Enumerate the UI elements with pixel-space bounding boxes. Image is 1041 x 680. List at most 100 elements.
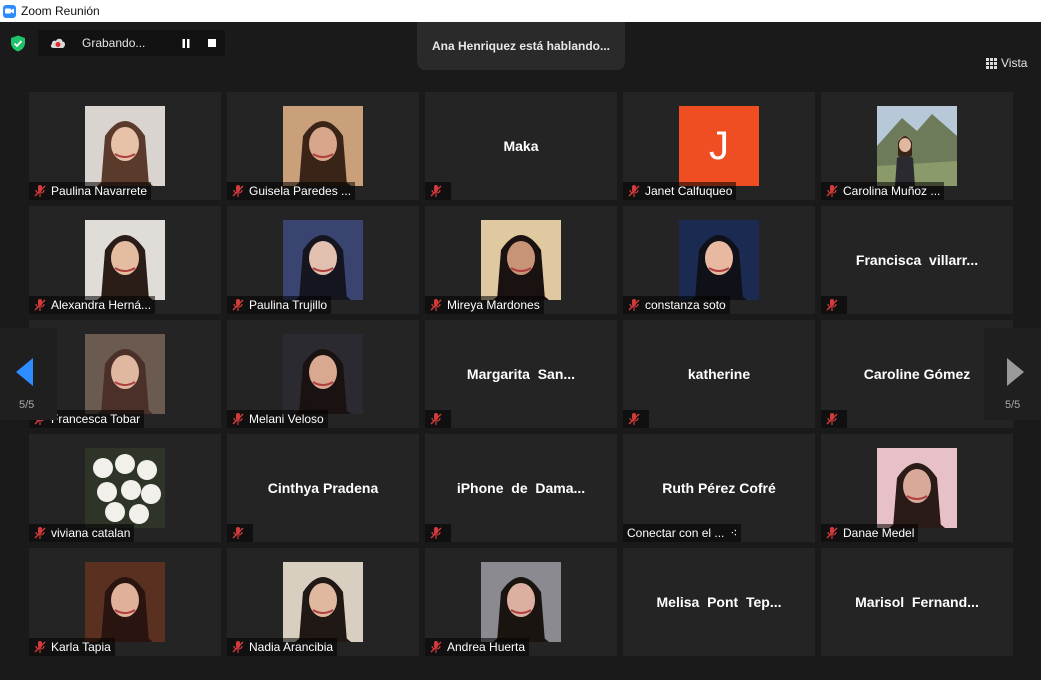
window-titlebar: Zoom Reunión bbox=[0, 0, 1041, 22]
participant-nameplate: viviana catalan bbox=[29, 524, 135, 542]
participant-name: Janet Calfuqueo bbox=[645, 184, 733, 198]
page-indicator-right: 5/5 bbox=[1005, 399, 1021, 411]
muted-mic-icon bbox=[33, 184, 47, 198]
active-speaker-banner: Ana Henriquez está hablando... bbox=[417, 22, 625, 70]
participant-nameplate: Danae Medel bbox=[821, 524, 919, 542]
muted-mic-icon bbox=[429, 640, 443, 654]
muted-mic-icon bbox=[825, 298, 839, 312]
muted-mic-icon bbox=[231, 298, 245, 312]
participant-display-name: Melisa Pont Tep... bbox=[656, 594, 782, 610]
recording-indicator: Grabando... bbox=[38, 30, 225, 56]
participant-video bbox=[481, 220, 561, 300]
participant-tile[interactable]: Margarita San... bbox=[425, 320, 617, 428]
participant-tile[interactable]: J Janet Calfuqueo bbox=[623, 92, 815, 200]
participant-tile[interactable]: Ruth Pérez Cofré Conectar con el ... ⁖ bbox=[623, 434, 815, 542]
view-button[interactable]: Vista bbox=[986, 56, 1027, 70]
participant-video bbox=[283, 220, 363, 300]
participant-nameplate bbox=[821, 296, 847, 314]
participant-nameplate: Paulina Trujillo bbox=[227, 296, 332, 314]
muted-mic-icon bbox=[627, 298, 641, 312]
participant-name: Mireya Mardones bbox=[447, 298, 540, 312]
pause-recording-button[interactable] bbox=[178, 35, 194, 51]
participant-tile[interactable]: Danae Medel bbox=[821, 434, 1013, 542]
muted-mic-icon bbox=[627, 412, 641, 426]
muted-mic-icon bbox=[429, 526, 443, 540]
participant-name: Andrea Huerta bbox=[447, 640, 526, 654]
participant-tile[interactable]: Carolina Muñoz ... bbox=[821, 92, 1013, 200]
participant-video bbox=[877, 106, 957, 186]
participant-name: Paulina Trujillo bbox=[249, 298, 328, 312]
participant-tile[interactable]: Paulina Navarrete bbox=[29, 92, 221, 200]
participant-video bbox=[679, 220, 759, 300]
participant-nameplate: Carolina Muñoz ... bbox=[821, 182, 945, 200]
muted-mic-icon bbox=[825, 526, 839, 540]
participant-nameplate bbox=[425, 524, 451, 542]
zoom-app-icon bbox=[3, 4, 16, 18]
stop-icon bbox=[208, 39, 216, 47]
participant-tile[interactable]: Andrea Huerta bbox=[425, 548, 617, 656]
participant-tile[interactable]: Mireya Mardones bbox=[425, 206, 617, 314]
stop-recording-button[interactable] bbox=[204, 35, 220, 51]
participant-video bbox=[85, 334, 165, 414]
muted-mic-icon bbox=[429, 184, 443, 198]
participant-video bbox=[283, 334, 363, 414]
participant-nameplate bbox=[227, 524, 253, 542]
participant-display-name: katherine bbox=[687, 366, 751, 382]
participant-display-name: Maka bbox=[503, 138, 539, 154]
participant-name: Danae Medel bbox=[843, 526, 915, 540]
participant-name: Conectar con el ... bbox=[627, 526, 725, 540]
participant-nameplate: Karla Tapia bbox=[29, 638, 115, 656]
participant-nameplate bbox=[425, 182, 451, 200]
participant-tile[interactable]: Alexandra Herná... bbox=[29, 206, 221, 314]
participant-nameplate: constanza soto bbox=[623, 296, 730, 314]
participant-video bbox=[85, 448, 165, 528]
participant-tile[interactable]: viviana catalan bbox=[29, 434, 221, 542]
muted-mic-icon bbox=[231, 526, 245, 540]
participant-tile[interactable]: iPhone de Dama... bbox=[425, 434, 617, 542]
participant-nameplate: Andrea Huerta bbox=[425, 638, 530, 656]
recording-label: Grabando... bbox=[82, 36, 146, 50]
participant-name: viviana catalan bbox=[51, 526, 131, 540]
participant-tile[interactable]: Marisol Fernand... bbox=[821, 548, 1013, 656]
participant-tile[interactable]: Cinthya Pradena bbox=[227, 434, 419, 542]
muted-mic-icon bbox=[33, 526, 47, 540]
participant-nameplate: Melani Veloso bbox=[227, 410, 328, 428]
participant-tile[interactable]: Nadia Arancibia bbox=[227, 548, 419, 656]
window-title: Zoom Reunión bbox=[21, 4, 100, 18]
page-indicator-left: 5/5 bbox=[19, 399, 35, 411]
grid-view-icon bbox=[986, 57, 997, 69]
previous-page-button[interactable]: 5/5 bbox=[0, 328, 57, 420]
participant-nameplate bbox=[425, 410, 451, 428]
participant-tile[interactable]: constanza soto bbox=[623, 206, 815, 314]
participant-name: Karla Tapia bbox=[51, 640, 111, 654]
participant-name: Guisela Paredes ... bbox=[249, 184, 352, 198]
next-page-button[interactable]: 5/5 bbox=[984, 328, 1041, 420]
participant-tile[interactable]: Guisela Paredes ... bbox=[227, 92, 419, 200]
participant-tile[interactable]: Melisa Pont Tep... bbox=[623, 548, 815, 656]
view-label: Vista bbox=[1001, 56, 1028, 70]
participant-name: Alexandra Herná... bbox=[51, 298, 152, 312]
participant-display-name: Cinthya Pradena bbox=[267, 480, 379, 496]
cloud-recording-icon bbox=[50, 38, 66, 48]
participant-name: Carolina Muñoz ... bbox=[843, 184, 941, 198]
participant-tile[interactable]: Maka bbox=[425, 92, 617, 200]
muted-mic-icon bbox=[231, 184, 245, 198]
security-shield-icon[interactable] bbox=[10, 35, 26, 52]
muted-mic-icon bbox=[825, 184, 839, 198]
participant-video bbox=[85, 562, 165, 642]
participant-tile[interactable]: katherine bbox=[623, 320, 815, 428]
participant-nameplate: Nadia Arancibia bbox=[227, 638, 338, 656]
participant-tile[interactable]: Francesca Tobar bbox=[29, 320, 221, 428]
participant-video bbox=[85, 220, 165, 300]
participant-tile[interactable]: Francisca villarr... bbox=[821, 206, 1013, 314]
participant-name: Francesca Tobar bbox=[51, 412, 141, 426]
participant-name: Melani Veloso bbox=[249, 412, 324, 426]
participant-tile[interactable]: Melani Veloso bbox=[227, 320, 419, 428]
chevron-right-icon bbox=[1007, 358, 1024, 386]
participant-nameplate: Janet Calfuqueo bbox=[623, 182, 737, 200]
participant-name: Nadia Arancibia bbox=[249, 640, 334, 654]
participant-tile[interactable]: Karla Tapia bbox=[29, 548, 221, 656]
muted-mic-icon bbox=[429, 412, 443, 426]
participant-tile[interactable]: Paulina Trujillo bbox=[227, 206, 419, 314]
participant-nameplate: Paulina Navarrete bbox=[29, 182, 152, 200]
